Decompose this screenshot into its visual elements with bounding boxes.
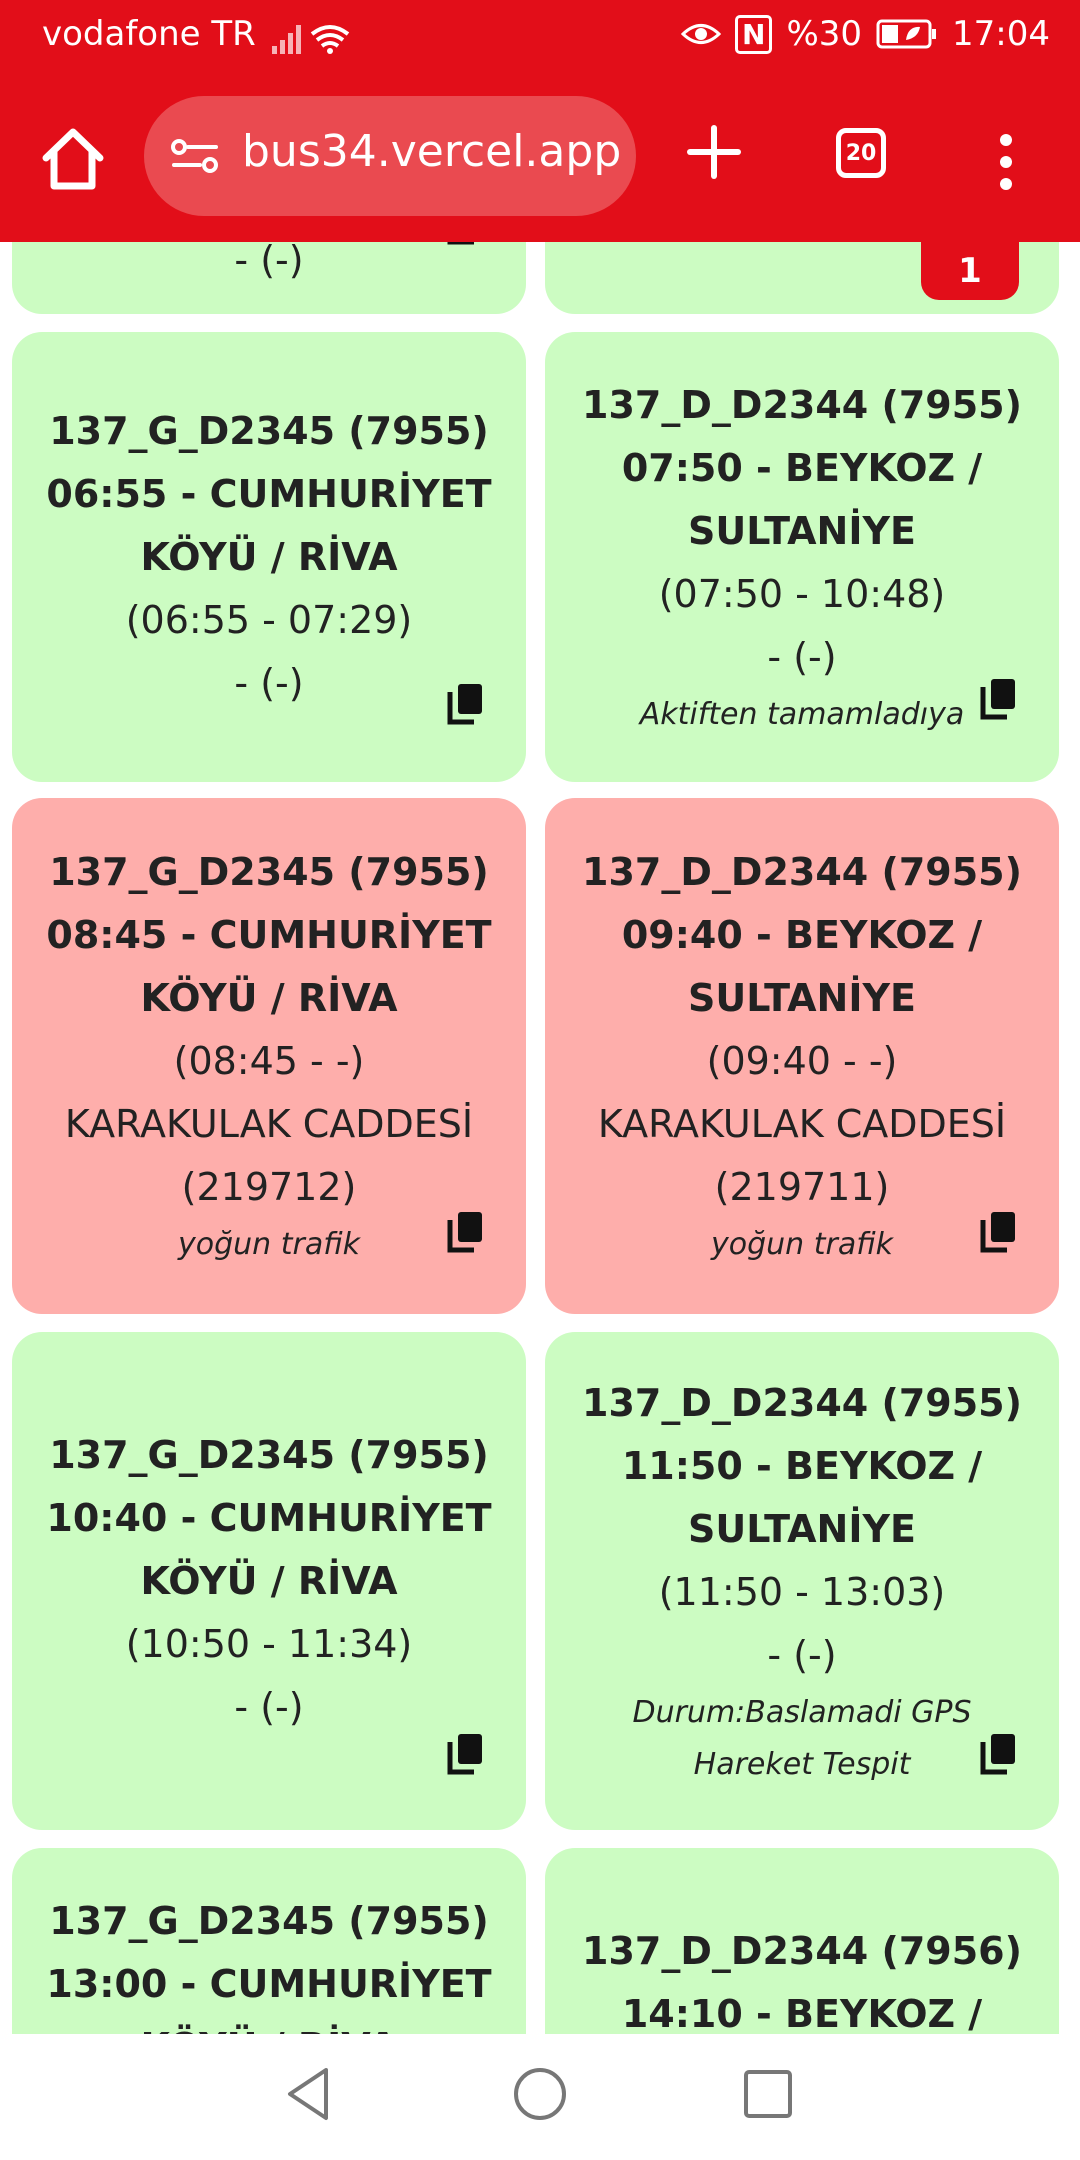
trip-route: 08:45 - CUMHURİYET xyxy=(46,913,492,957)
signal-wifi-icon xyxy=(272,25,350,54)
trip-route-cont: SULTANİYE xyxy=(688,976,916,1020)
copy-icon[interactable] xyxy=(979,1732,1019,1776)
trip-route-cont: KÖYÜ / RİVA xyxy=(140,534,398,579)
trip-route: 10:40 - CUMHURİYET xyxy=(46,1495,492,1540)
trip-times: (06:55 - 07:29) xyxy=(125,597,413,642)
trip-card[interactable]: 137_G_D2345 (7955) 10:40 - CUMHURİYET KÖ… xyxy=(12,1332,526,1830)
address-bar[interactable]: bus34.vercel.app xyxy=(144,96,636,216)
eye-comfort-icon xyxy=(681,24,721,44)
tab-switcher-button[interactable]: 20 xyxy=(836,128,886,178)
copy-icon[interactable] xyxy=(446,242,486,246)
trip-title: 137_D_D2344 (7955) xyxy=(582,850,1022,894)
status-bar: vodafone TR N %30 17:04 xyxy=(0,0,1080,76)
trip-card[interactable]: 137_D_D2344 (7955) 07:50 - BEYKOZ / SULT… xyxy=(545,332,1059,782)
trip-stop-code: (219711) xyxy=(714,1165,890,1209)
trip-times: (09:40 - -) xyxy=(706,1039,898,1083)
home-icon[interactable] xyxy=(38,124,108,194)
trip-route-cont: SULTANİYE xyxy=(688,1506,916,1551)
trip-card[interactable]: 137_D_D2344 (7955) 11:50 - BEYKOZ / SULT… xyxy=(545,1332,1059,1830)
battery-icon xyxy=(876,19,937,49)
trip-route: 07:50 - BEYKOZ / xyxy=(621,445,983,490)
trip-card[interactable]: 137_G_D2345 (7955) 13:00 - CUMHURİYET KÖ… xyxy=(12,1848,526,2034)
trip-route: 11:50 - BEYKOZ / xyxy=(621,1443,983,1488)
carrier-name: vodafone TR xyxy=(42,14,256,54)
trip-card[interactable]: 137_G_D2345 (7955) 06:55 - CUMHURİYET KÖ… xyxy=(12,332,526,782)
trip-note: Durum:Baslamadi GPS Hareket Tespit xyxy=(632,1694,972,1782)
trip-list: - (-) 1 137_G_D2345 (7955) 06:55 - CUMHU… xyxy=(0,242,1080,2034)
trip-route-cont: KÖYÜ / RİVA xyxy=(140,1558,398,1603)
trip-note: Aktiften tamamladıya xyxy=(639,696,965,732)
home-nav-icon[interactable] xyxy=(510,2064,570,2124)
copy-icon[interactable] xyxy=(979,1210,1019,1254)
trip-note: yoğun trafik xyxy=(711,1227,893,1262)
trip-location: KARAKULAK CADDESİ xyxy=(597,1102,1007,1146)
trip-card[interactable]: 137_D_D2344 (7956) 14:10 - BEYKOZ / xyxy=(545,1848,1059,2034)
trip-times: (11:50 - 13:03) xyxy=(658,1569,946,1614)
copy-icon[interactable] xyxy=(446,682,486,726)
trip-location: - (-) xyxy=(767,634,837,679)
copy-icon[interactable] xyxy=(979,677,1019,721)
trip-location: KARAKULAK CADDESİ xyxy=(64,1102,474,1146)
trip-location: - (-) xyxy=(234,242,304,282)
trip-note: yoğun trafik xyxy=(178,1227,360,1262)
trip-location: - (-) xyxy=(234,660,304,705)
trip-title: 137_G_D2345 (7955) xyxy=(49,850,489,894)
trip-route: 13:00 - CUMHURİYET xyxy=(46,1962,492,2006)
recents-icon[interactable] xyxy=(738,2064,798,2124)
clock: 17:04 xyxy=(952,14,1050,54)
trip-route: 06:55 - CUMHURİYET xyxy=(46,471,492,516)
trip-title: 137_D_D2344 (7955) xyxy=(582,382,1022,427)
trip-card-partial[interactable]: - (-) xyxy=(12,242,526,314)
trip-times: (07:50 - 10:48) xyxy=(658,571,946,616)
trip-location: - (-) xyxy=(234,1684,304,1729)
nfc-icon: N xyxy=(735,14,773,54)
trip-route-cont: KÖYÜ / RİVA xyxy=(140,976,398,1020)
new-tab-icon[interactable] xyxy=(686,124,742,180)
trip-title: 137_G_D2345 (7955) xyxy=(49,1432,489,1477)
trip-title: 137_G_D2345 (7955) xyxy=(49,408,489,453)
back-icon[interactable] xyxy=(280,2064,340,2124)
more-menu-icon[interactable] xyxy=(996,132,1016,192)
trip-title: 137_D_D2344 (7956) xyxy=(582,1929,1022,1973)
copy-icon[interactable] xyxy=(446,1210,486,1254)
trip-card[interactable]: 137_G_D2345 (7955) 08:45 - CUMHURİYET KÖ… xyxy=(12,798,526,1314)
battery-percent: %30 xyxy=(786,14,863,54)
notification-badge[interactable]: 1 xyxy=(921,242,1019,300)
site-settings-icon[interactable] xyxy=(170,138,220,174)
trip-route-cont: KÖYÜ / RİVA xyxy=(140,2016,397,2034)
trip-title: 137_D_D2344 (7955) xyxy=(582,1380,1022,1425)
trip-card[interactable]: 137_D_D2344 (7955) 09:40 - BEYKOZ / SULT… xyxy=(545,798,1059,1314)
copy-icon[interactable] xyxy=(446,1732,486,1776)
trip-location: - (-) xyxy=(767,1632,837,1677)
status-right: N %30 17:04 xyxy=(681,14,1050,54)
trip-title: 137_G_D2345 (7955) xyxy=(49,1899,489,1943)
url-text[interactable]: bus34.vercel.app xyxy=(242,126,622,177)
trip-route-cont: SULTANİYE xyxy=(688,508,916,553)
trip-stop-code: (219712) xyxy=(181,1165,357,1209)
system-nav-bar xyxy=(0,2034,1080,2160)
trip-times: (08:45 - -) xyxy=(173,1039,365,1083)
trip-route: 09:40 - BEYKOZ / xyxy=(621,913,983,957)
trip-route: 14:10 - BEYKOZ / xyxy=(621,1992,983,2034)
trip-times: (10:50 - 11:34) xyxy=(125,1621,413,1666)
browser-toolbar: bus34.vercel.app 20 xyxy=(0,76,1080,242)
